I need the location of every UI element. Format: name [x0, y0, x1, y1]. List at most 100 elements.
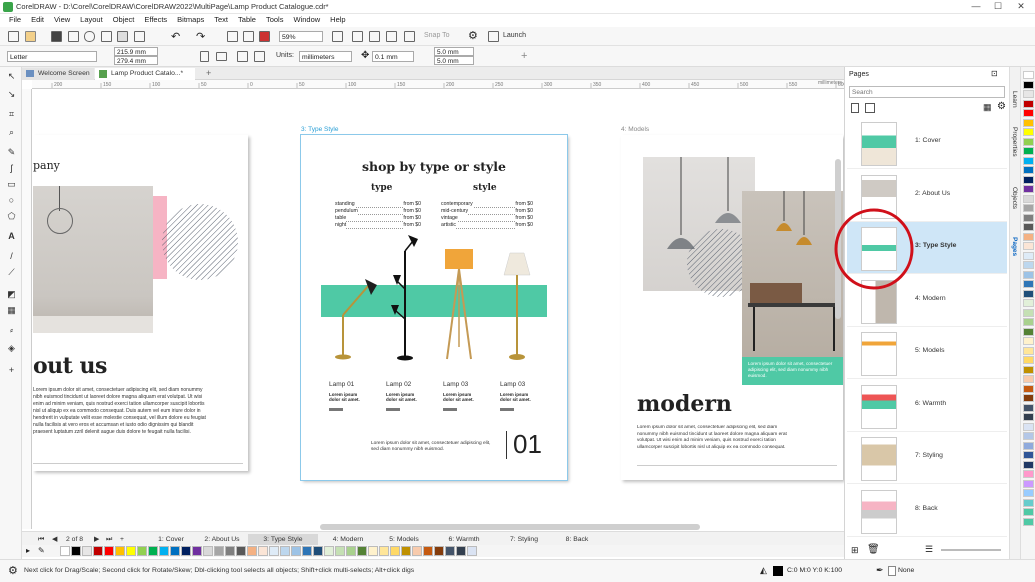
menu-file[interactable]: File [4, 14, 26, 24]
palette-swatch[interactable] [1023, 470, 1034, 478]
page-thumbnail[interactable] [861, 332, 897, 376]
color-swatch[interactable] [467, 546, 477, 556]
page-thumbnail-row[interactable]: 1: Cover [847, 117, 1007, 169]
horizontal-ruler[interactable]: 200 150 100 50 0 50 100 150 200 250 300 350 400 450 50… [32, 80, 844, 89]
color-swatch[interactable] [390, 546, 400, 556]
add-page-bottom-icon[interactable]: ⊞ [851, 545, 859, 556]
text-tool-icon[interactable]: A [6, 231, 17, 242]
export-icon[interactable] [243, 31, 254, 42]
tab-learn[interactable]: Learn [1011, 91, 1018, 108]
palette-swatch[interactable] [1023, 270, 1034, 279]
color-swatch[interactable] [126, 546, 136, 556]
palette-swatch[interactable] [1023, 289, 1034, 298]
page-tab[interactable]: 2: About Us [198, 534, 246, 545]
color-swatch[interactable] [203, 546, 213, 556]
palette-swatch[interactable] [1023, 223, 1034, 231]
rectangle-tool-icon[interactable]: ▭ [6, 179, 17, 190]
color-swatch[interactable] [137, 546, 147, 556]
palette-swatch[interactable] [1023, 356, 1034, 364]
palette-swatch[interactable] [1023, 308, 1034, 317]
horizontal-scrollbar[interactable] [320, 524, 700, 530]
color-swatch[interactable] [456, 546, 466, 556]
color-swatch[interactable] [93, 546, 103, 556]
color-swatch[interactable] [104, 546, 114, 556]
color-swatch[interactable] [280, 546, 290, 556]
color-swatch[interactable] [302, 546, 312, 556]
outline-swatch[interactable] [888, 566, 896, 576]
save-icon[interactable] [51, 31, 62, 42]
menu-text[interactable]: Text [209, 14, 233, 24]
add-tool-icon[interactable]: + [6, 365, 17, 376]
color-swatch[interactable] [412, 546, 422, 556]
launch-button[interactable]: Launch [503, 32, 526, 39]
page-thumbnail[interactable] [861, 437, 897, 481]
last-page-button[interactable]: ⏭ [106, 534, 112, 545]
cut-icon[interactable] [84, 31, 95, 42]
drawing-canvas[interactable]: pany out us Lorem ipsum dolor sit amet, … [33, 89, 844, 529]
units-select[interactable]: millimeters [299, 51, 352, 62]
delete-page-icon[interactable]: 🗑 [867, 544, 880, 555]
pages-search-input[interactable] [849, 86, 1005, 98]
color-swatch[interactable] [269, 546, 279, 556]
palette-swatch[interactable] [1023, 365, 1034, 374]
menu-tools[interactable]: Tools [261, 14, 289, 24]
minimize-button[interactable]: — [966, 1, 986, 11]
page-tab[interactable]: 6: Warmth [434, 534, 494, 545]
parallel-dimension-icon[interactable]: / [6, 251, 17, 262]
landscape-icon[interactable] [216, 52, 227, 61]
publish-pdf-icon[interactable] [259, 31, 270, 42]
page-tab[interactable]: 7: Styling [496, 534, 552, 545]
copy-icon[interactable] [101, 31, 112, 42]
color-swatch[interactable] [324, 546, 334, 556]
palette-swatch[interactable] [1023, 337, 1034, 345]
palette-swatch[interactable] [1023, 403, 1034, 412]
rulers-icon[interactable] [369, 31, 380, 42]
options-gear-icon[interactable]: ⚙ [468, 29, 478, 42]
page-tab[interactable]: 4: Modern [322, 534, 374, 545]
palette-swatch[interactable] [1023, 479, 1034, 488]
nudge-distance-field[interactable]: 0.1 mm [372, 51, 414, 62]
menu-view[interactable]: View [49, 14, 75, 24]
page-thumbnail-row[interactable]: 6: Warmth [847, 380, 1007, 432]
redo-icon[interactable]: ↷ [196, 30, 205, 43]
palette-swatch[interactable] [1023, 318, 1034, 326]
palette-swatch[interactable] [1023, 422, 1034, 431]
color-swatch[interactable] [313, 546, 323, 556]
page-thumbnail-row[interactable]: 8: Back [847, 485, 1007, 537]
open-icon[interactable] [25, 31, 36, 42]
page-tab[interactable]: 1: Cover [146, 534, 196, 545]
tab-objects[interactable]: Objects [1011, 187, 1018, 209]
page-thumbnail-row[interactable]: 7: Styling [847, 432, 1007, 484]
color-swatch[interactable] [159, 546, 169, 556]
add-page-button[interactable]: + [120, 534, 124, 545]
menu-effects[interactable]: Effects [139, 14, 172, 24]
menu-layout[interactable]: Layout [75, 14, 108, 24]
palette-swatch[interactable] [1023, 517, 1034, 526]
first-page-button[interactable]: ⏮ [38, 534, 44, 545]
docker-options-icon[interactable]: ⚙ [997, 101, 1006, 112]
vertical-ruler[interactable] [22, 89, 32, 529]
palette-swatch[interactable] [1023, 175, 1034, 184]
artistic-media-icon[interactable]: ʃ [6, 163, 17, 174]
color-swatch[interactable] [401, 546, 411, 556]
palette-swatch[interactable] [1023, 147, 1034, 155]
palette-swatch[interactable] [1023, 137, 1034, 146]
launch-icon[interactable] [488, 31, 499, 42]
eyedropper-palette-icon[interactable]: ✎ [38, 546, 45, 555]
clipboard-icon[interactable] [134, 31, 145, 42]
zoom-tool-icon[interactable]: ⌕ [6, 127, 17, 138]
palette-swatch[interactable] [1023, 489, 1034, 497]
all-pages-icon[interactable] [237, 51, 248, 62]
list-view-icon[interactable]: ☰ [925, 544, 933, 555]
color-swatch[interactable] [335, 546, 345, 556]
color-swatch[interactable] [258, 546, 268, 556]
color-swatch[interactable] [170, 546, 180, 556]
add-page-icon[interactable] [851, 103, 859, 113]
palette-swatch[interactable] [1023, 156, 1034, 165]
fill-bucket-icon[interactable]: ◭ [760, 565, 767, 576]
palette-swatch[interactable] [1023, 451, 1034, 459]
tab-properties[interactable]: Properties [1011, 127, 1018, 157]
palette-swatch[interactable] [1023, 432, 1034, 440]
color-swatch[interactable] [225, 546, 235, 556]
palette-swatch[interactable] [1023, 375, 1034, 383]
